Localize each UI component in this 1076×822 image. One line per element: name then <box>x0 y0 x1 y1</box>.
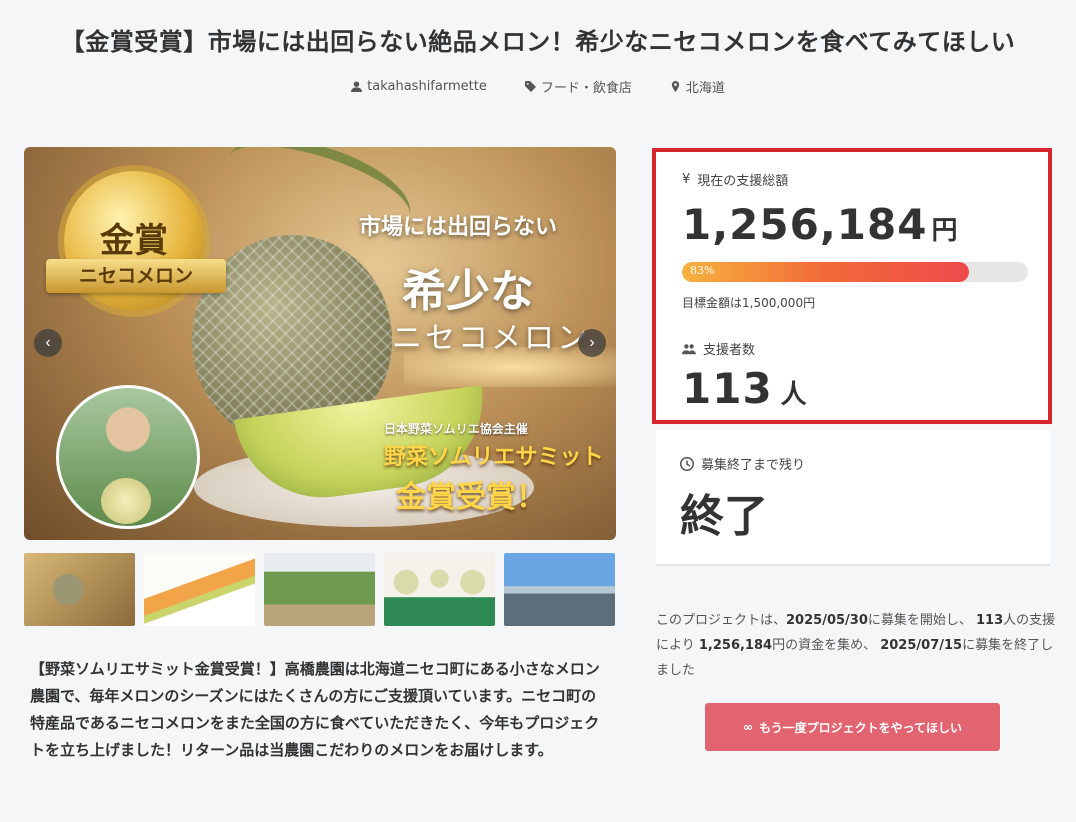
progress-bar: 83% <box>682 262 1028 282</box>
remaining-value: 終了 <box>680 491 768 542</box>
clock-icon <box>680 456 694 471</box>
category-link[interactable]: フード・飲食店 <box>524 77 632 96</box>
page-title: 【金賞受賞】市場には出回らない絶品メロン！希少なニセコメロンを食べてみてほしい <box>60 28 1016 56</box>
hero-copy-line5: 野菜ソムリエサミット <box>384 445 604 470</box>
thumbnail-2[interactable] <box>144 553 255 626</box>
hero-copy-line1: 市場には出回らない <box>359 215 558 240</box>
progress-fill <box>682 262 970 282</box>
raised-label: ¥ 現在の支援総額 <box>682 172 789 189</box>
summary-end-date: 2025/07/15 <box>880 638 963 653</box>
medal-ribbon: ニセコメロン <box>46 259 226 293</box>
farmer-melon <box>101 478 151 524</box>
backers-count-unit: 人 <box>780 380 807 410</box>
hero-copy-line2: 希少な <box>402 266 534 317</box>
remaining-time-panel: 募集終了まで残り 終了 <box>656 430 1050 566</box>
main-image-carousel[interactable]: 金賞 ニセコメロン 市場には出回らない 希少な ニセコメロン 日本野菜ソムリエ協… <box>24 147 616 540</box>
hero-copy-line4: 日本野菜ソムリエ協会主催 <box>384 422 528 436</box>
funding-stats-panel: ¥ 現在の支援総額 1,256,184 円 83% 目標金額は1,500,000円… <box>652 148 1052 424</box>
project-summary: このプロジェクトは、2025/05/30に募集を開始し、 113人の支援により … <box>656 613 1056 678</box>
backers-count-value: 113 <box>682 364 773 413</box>
chevron-right-icon: › <box>589 334 595 351</box>
yen-icon: ¥ <box>682 172 691 187</box>
category-name: フード・飲食店 <box>540 81 632 96</box>
request-again-label: もう一度プロジェクトをやってほしい <box>758 720 963 735</box>
summary-amount: 1,256,184 <box>698 638 773 653</box>
user-icon <box>351 81 363 92</box>
raised-amount: 1,256,184 円 <box>682 200 958 249</box>
thumbnail-3[interactable] <box>264 553 375 626</box>
map-pin-icon <box>671 81 680 92</box>
request-again-button[interactable]: ∞ もう一度プロジェクトをやってほしい <box>705 703 1000 751</box>
owner-name: takahashifarmette <box>367 79 487 94</box>
farmer-photo <box>56 385 200 529</box>
summary-start-date: 2025/05/30 <box>786 613 868 628</box>
raised-amount-unit: 円 <box>931 216 958 246</box>
thumbnail-1[interactable] <box>24 553 135 626</box>
chevron-left-icon: ‹ <box>45 334 51 351</box>
project-meta: takahashifarmette フード・飲食店 北海道 <box>0 77 1076 96</box>
backers-count: 113 人 <box>682 364 807 413</box>
hero-copy-line3: ニセコメロン <box>392 321 590 356</box>
carousel-prev-button[interactable]: ‹ <box>34 329 62 357</box>
location-link[interactable]: 北海道 <box>670 77 725 96</box>
thumbnail-4[interactable] <box>384 553 495 626</box>
medal-text: 金賞 <box>100 221 168 261</box>
carousel-next-button[interactable]: › <box>578 329 606 357</box>
progress-percent: 83% <box>690 264 715 277</box>
hero-copy-line6: 金賞受賞！ <box>396 480 546 515</box>
goal-amount: 目標金額は1,500,000円 <box>682 296 816 310</box>
project-description: 【野菜ソムリエサミット金賞受賞！】高橋農園は北海道ニセコ町にある小さなメロン農園… <box>30 660 600 759</box>
raised-amount-value: 1,256,184 <box>682 200 928 249</box>
infinity-icon: ∞ <box>742 720 753 734</box>
owner-link[interactable]: takahashifarmette <box>351 77 487 96</box>
thumbnail-5[interactable] <box>504 553 615 626</box>
remaining-label: 募集終了まで残り <box>680 454 805 473</box>
backers-label: 支援者数 <box>682 339 755 358</box>
summary-backers: 113 <box>976 613 1004 628</box>
location-name: 北海道 <box>685 81 725 96</box>
thumbnail-strip <box>24 553 615 626</box>
users-icon <box>682 343 696 354</box>
tag-icon <box>524 81 536 92</box>
